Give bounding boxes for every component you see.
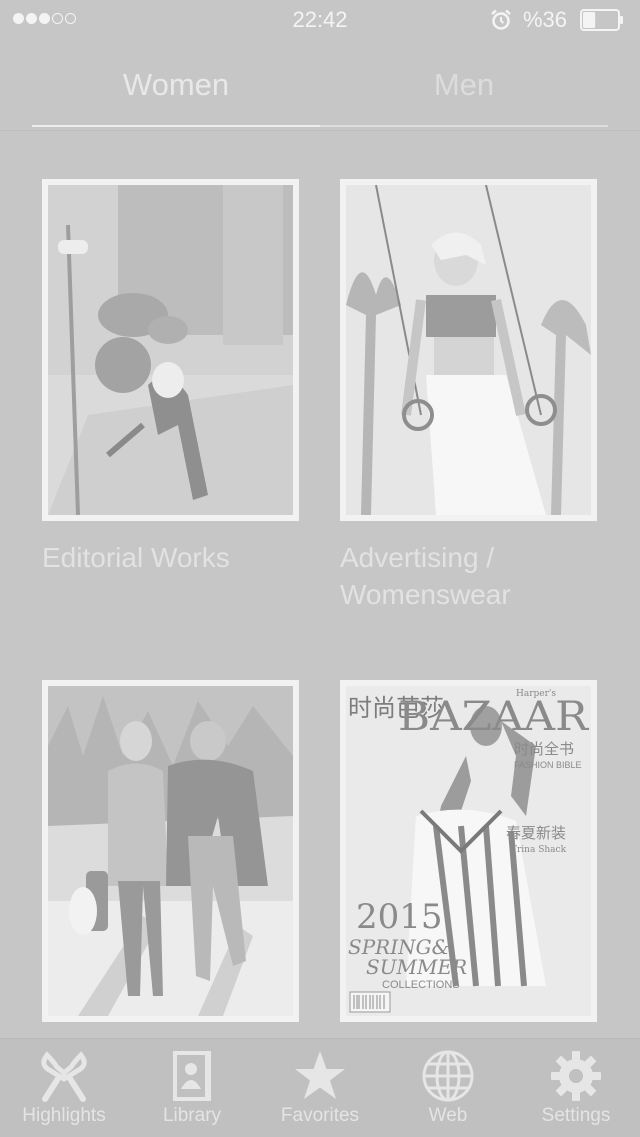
tab-web[interactable]: Web: [384, 1039, 512, 1137]
couple-photo: [48, 686, 293, 1016]
editorial-photo: [48, 185, 293, 515]
star-icon: [295, 1051, 345, 1099]
advertising-photo: [346, 185, 591, 515]
tab-highlights[interactable]: Highlights: [0, 1039, 128, 1137]
cover-season-2: SUMMER: [366, 955, 467, 979]
tab-settings[interactable]: Settings: [512, 1039, 640, 1137]
tab-women[interactable]: Women: [32, 67, 320, 103]
tab-library[interactable]: Library: [128, 1039, 256, 1137]
cover-brand-latin: BAZAAR: [398, 694, 590, 740]
gender-segmented-control: Women Men: [32, 55, 608, 129]
cover-collections: COLLECTIONS: [382, 979, 460, 991]
bottom-tab-bar: Highlights Library Favorites Web Setting…: [0, 1038, 640, 1137]
tab-men[interactable]: Men: [320, 67, 608, 103]
header-divider: [0, 130, 640, 131]
editorial-works-thumbnail[interactable]: [42, 179, 299, 521]
cover-subtitle-cn: 时尚全书: [514, 740, 574, 758]
globe-icon: [422, 1050, 474, 1102]
tab-label: Favorites: [280, 1105, 360, 1126]
cover-byline: Trina Shack: [511, 845, 567, 855]
contact-book-icon: [173, 1051, 211, 1101]
card-title: Advertising / Womenswear: [340, 542, 511, 610]
couple-thumbnail[interactable]: [42, 680, 299, 1022]
cover-publisher: Harper's: [516, 689, 556, 699]
tab-label: Settings: [541, 1105, 611, 1126]
cover-year: 2015: [356, 897, 443, 937]
battery-percent: %36: [523, 7, 568, 32]
bazaar-cover-photo: 时尚芭莎 BAZAAR Harper's 时尚全书 FASHION BIBLE …: [346, 686, 591, 1016]
tab-favorites[interactable]: Favorites: [256, 1039, 384, 1137]
alarm-icon: [491, 9, 511, 30]
advertising-thumbnail[interactable]: [340, 179, 597, 521]
card-title: Editorial Works: [42, 542, 230, 573]
gear-icon: [551, 1051, 601, 1101]
battery-icon: [580, 9, 623, 31]
tab-label: Highlights: [22, 1105, 106, 1126]
scissors-icon: [41, 1051, 87, 1102]
tab-label: Web: [428, 1105, 468, 1126]
cover-subtitle-en: FASHION BIBLE: [514, 760, 582, 770]
magazine-cover-thumbnail[interactable]: 时尚芭莎 BAZAAR Harper's 时尚全书 FASHION BIBLE …: [340, 680, 597, 1022]
status-bar: 22:42 %36: [0, 0, 640, 40]
tab-label: Library: [162, 1105, 222, 1126]
cover-headline-cn: 春夏新装: [506, 824, 566, 842]
active-segment-indicator: [32, 125, 320, 127]
segment-underline: [32, 125, 608, 127]
